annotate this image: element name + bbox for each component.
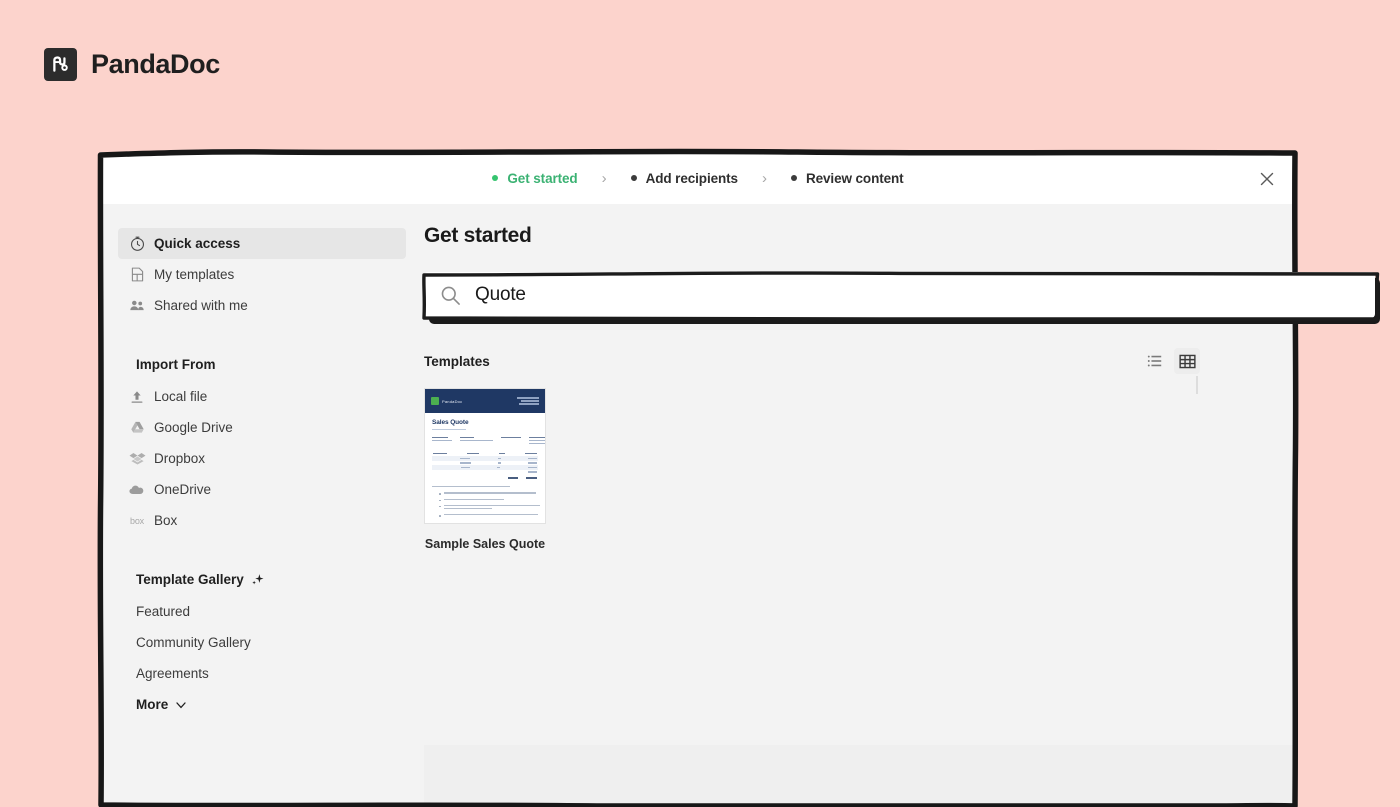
list-view-icon[interactable] xyxy=(1142,348,1168,374)
step-label: Review content xyxy=(805,170,904,186)
onedrive-cloud-icon xyxy=(128,481,146,499)
create-document-modal: Get started › Add recipients › Review co… xyxy=(100,152,1296,807)
sidebar-item-box[interactable]: box Box xyxy=(118,505,406,536)
step-label: Add recipients xyxy=(645,170,738,186)
progress-stepper: Get started › Add recipients › Review co… xyxy=(492,169,904,187)
thumbnail-line-items-table xyxy=(432,451,538,479)
clock-icon xyxy=(128,235,146,253)
step-review-content[interactable]: Review content xyxy=(790,170,904,186)
import-from-heading: Import From xyxy=(100,357,424,372)
thumbnail-subtitle-line xyxy=(432,428,466,430)
brand-name: PandaDoc xyxy=(91,49,220,79)
brand-logo: PandaDoc xyxy=(44,48,220,81)
thumbnail-brand-label: PandaDoc xyxy=(442,398,463,404)
template-card-sample-sales-quote[interactable]: PandaDoc Sales Quote Sample Sales Quote xyxy=(424,388,546,551)
close-icon[interactable] xyxy=(1256,168,1278,190)
sidebar-item-label: Shared with me xyxy=(154,298,248,313)
template-card-list: PandaDoc Sales Quote Sample Sales Quote xyxy=(424,388,1268,551)
step-get-started[interactable]: Get started xyxy=(492,170,578,186)
thumbnail-header-band: PandaDoc xyxy=(425,389,545,413)
import-from-title: Import From xyxy=(136,357,216,372)
sidebar-item-label: Google Drive xyxy=(154,420,233,435)
step-dot-icon xyxy=(630,175,637,181)
gallery-link-label: Community Gallery xyxy=(136,635,251,650)
sidebar-item-label: OneDrive xyxy=(154,482,212,497)
sparkle-icon xyxy=(250,572,265,587)
step-label: Get started xyxy=(507,170,578,186)
thumbnail-body: Sales Quote xyxy=(425,413,545,523)
dropbox-icon xyxy=(128,450,146,468)
thumbnail-bullet-list xyxy=(432,492,540,517)
sidebar-item-label: Dropbox xyxy=(154,451,206,466)
more-button[interactable]: More xyxy=(100,689,424,720)
people-icon xyxy=(128,297,146,315)
step-separator-icon: › xyxy=(761,169,767,187)
thumbnail-paragraph xyxy=(432,485,538,488)
search-icon xyxy=(440,285,461,306)
sidebar-item-label: Local file xyxy=(154,389,208,404)
vertical-divider xyxy=(1196,376,1198,394)
gallery-link-community-gallery[interactable]: Community Gallery xyxy=(100,627,424,658)
sidebar-item-shared-with-me[interactable]: Shared with me xyxy=(118,290,406,321)
search-overlay: Quote xyxy=(422,271,1380,324)
page-title: Get started xyxy=(424,224,532,247)
template-gallery-heading: Template Gallery xyxy=(100,572,424,587)
upload-icon xyxy=(128,388,146,406)
sidebar-item-quick-access[interactable]: Quick access xyxy=(118,228,406,259)
sidebar-item-google-drive[interactable]: Google Drive xyxy=(118,412,406,443)
sidebar-item-onedrive[interactable]: OneDrive xyxy=(118,474,406,505)
sidebar-item-label: Quick access xyxy=(154,236,241,251)
step-dot-icon xyxy=(790,175,797,181)
thumbnail-meta-block xyxy=(432,437,545,445)
step-dot-icon xyxy=(492,175,499,181)
gallery-link-featured[interactable]: Featured xyxy=(100,596,424,627)
view-toggle-group xyxy=(1142,348,1200,374)
sidebar: Quick access My templates Shared with me… xyxy=(100,204,424,807)
gallery-link-agreements[interactable]: Agreements xyxy=(100,658,424,689)
thumbnail-total-row xyxy=(432,477,538,479)
search-input-value: Quote xyxy=(475,284,526,305)
document-grid-icon xyxy=(128,266,146,284)
gallery-link-label: Featured xyxy=(136,604,191,619)
pandadoc-logo-icon xyxy=(44,48,77,81)
template-card-label: Sample Sales Quote xyxy=(424,537,546,551)
search-input[interactable]: Quote xyxy=(424,272,1375,318)
modal-header: Get started › Add recipients › Review co… xyxy=(100,152,1296,204)
chevron-down-icon xyxy=(175,699,187,711)
thumbnail-title: Sales Quote xyxy=(432,419,469,426)
grid-view-icon[interactable] xyxy=(1174,348,1200,374)
google-drive-icon xyxy=(128,419,146,437)
step-separator-icon: › xyxy=(601,169,607,187)
thumbnail-logo: PandaDoc xyxy=(431,397,462,405)
thumbnail-header-lines xyxy=(517,397,539,405)
sidebar-item-local-file[interactable]: Local file xyxy=(118,381,406,412)
thumbnail-logo-mark-icon xyxy=(431,397,439,405)
templates-toolbar: Templates xyxy=(424,348,1268,374)
templates-section-label: Templates xyxy=(424,353,490,369)
box-icon: box xyxy=(130,515,144,526)
step-add-recipients[interactable]: Add recipients xyxy=(630,170,738,186)
sidebar-item-my-templates[interactable]: My templates xyxy=(118,259,406,290)
template-gallery-title: Template Gallery xyxy=(136,572,244,587)
sidebar-item-label: My templates xyxy=(154,267,235,282)
gallery-link-label: Agreements xyxy=(136,666,209,681)
more-label: More xyxy=(136,697,169,712)
sidebar-item-label: Box xyxy=(154,513,178,528)
sidebar-item-dropbox[interactable]: Dropbox xyxy=(118,443,406,474)
template-gallery-links: Featured Community Gallery Agreements Mo… xyxy=(100,596,424,720)
template-thumbnail: PandaDoc Sales Quote xyxy=(424,388,546,524)
modal-footer-strip xyxy=(424,745,1296,807)
